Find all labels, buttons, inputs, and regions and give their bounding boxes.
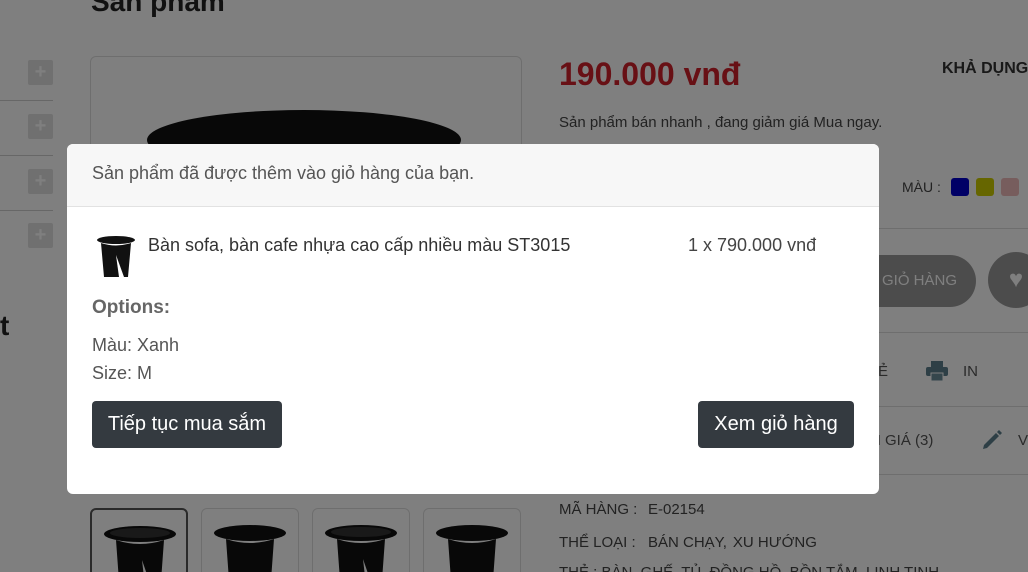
cart-item-name: Bàn sofa, bàn cafe nhựa cao cấp nhiều mà… bbox=[148, 235, 571, 255]
cart-item-qty-price: 1 x 790.000 vnđ bbox=[688, 235, 817, 255]
option-color: Màu: Xanh bbox=[92, 335, 180, 355]
option-size: Size: M bbox=[92, 363, 153, 383]
product-thumbnail-icon bbox=[97, 236, 135, 277]
modal-header: Sản phẩm đã được thêm vào giỏ hàng của b… bbox=[67, 144, 879, 207]
view-cart-button[interactable]: Xem giỏ hàng bbox=[698, 401, 854, 448]
continue-shopping-button[interactable]: Tiếp tục mua sắm bbox=[92, 401, 282, 448]
added-to-cart-modal: Sản phẩm đã được thêm vào giỏ hàng của b… bbox=[67, 144, 879, 494]
options-title: Options: bbox=[92, 297, 171, 318]
